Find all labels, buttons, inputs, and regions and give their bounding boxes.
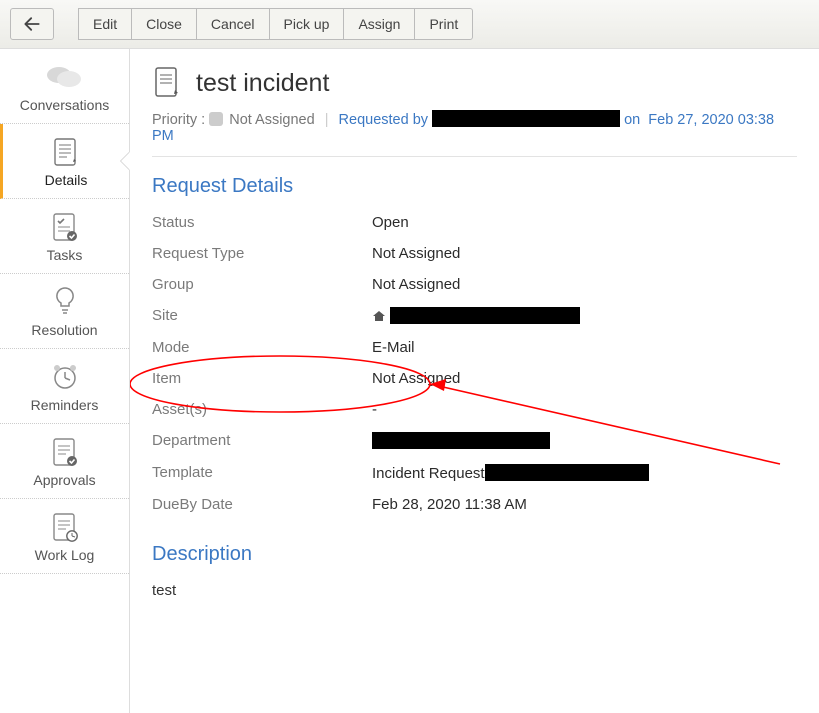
requested-by-label: Requested by bbox=[339, 112, 428, 128]
department-redacted bbox=[372, 432, 550, 449]
chat-bubbles-icon bbox=[4, 61, 125, 93]
cancel-button[interactable]: Cancel bbox=[196, 8, 269, 40]
site-value bbox=[372, 307, 797, 325]
checklist-icon bbox=[4, 211, 125, 243]
sidebar-item-worklog[interactable]: Work Log bbox=[0, 499, 129, 574]
sidebar-item-label: Approvals bbox=[33, 472, 95, 488]
mode-label: Mode bbox=[152, 339, 372, 356]
sidebar-item-tasks[interactable]: Tasks bbox=[0, 199, 129, 274]
priority-chip bbox=[209, 112, 223, 126]
assign-button[interactable]: Assign bbox=[343, 8, 414, 40]
template-label: Template bbox=[152, 464, 372, 482]
document-clock-icon bbox=[4, 511, 125, 543]
sidebar-item-label: Tasks bbox=[47, 247, 83, 263]
request-details-table: Status Open Request Type Not Assigned Gr… bbox=[152, 214, 797, 513]
item-value: Not Assigned bbox=[372, 370, 797, 387]
priority-value: Not Assigned bbox=[229, 112, 314, 128]
ticket-meta: Priority : Not Assigned | Requested by o… bbox=[152, 110, 797, 157]
status-value: Open bbox=[372, 214, 797, 231]
sidebar: Conversations Details Tasks Resolution R… bbox=[0, 49, 130, 713]
site-label: Site bbox=[152, 307, 372, 325]
print-button[interactable]: Print bbox=[414, 8, 473, 40]
sidebar-item-label: Resolution bbox=[31, 322, 97, 338]
group-value: Not Assigned bbox=[372, 276, 797, 293]
main-content: test incident Priority : Not Assigned | … bbox=[130, 49, 819, 713]
sidebar-item-label: Conversations bbox=[20, 97, 110, 113]
group-label: Group bbox=[152, 276, 372, 293]
document-edit-icon bbox=[7, 136, 125, 168]
sidebar-item-details[interactable]: Details bbox=[0, 124, 129, 199]
sidebar-item-approvals[interactable]: Approvals bbox=[0, 424, 129, 499]
arrow-left-icon bbox=[22, 14, 42, 34]
department-value bbox=[372, 432, 797, 450]
close-button[interactable]: Close bbox=[131, 8, 196, 40]
sidebar-item-reminders[interactable]: Reminders bbox=[0, 349, 129, 424]
description-body: test bbox=[152, 582, 797, 599]
document-check-icon bbox=[4, 436, 125, 468]
sidebar-item-resolution[interactable]: Resolution bbox=[0, 274, 129, 349]
template-redacted bbox=[485, 464, 649, 481]
lightbulb-icon bbox=[4, 286, 125, 318]
mode-value: E-Mail bbox=[372, 339, 797, 356]
sidebar-item-label: Work Log bbox=[35, 547, 95, 563]
meta-separator: | bbox=[325, 112, 329, 128]
dueby-label: DueBy Date bbox=[152, 496, 372, 513]
page-title: test incident bbox=[196, 69, 329, 98]
description-heading: Description bbox=[152, 543, 797, 566]
site-redacted bbox=[390, 307, 580, 324]
alarm-clock-icon bbox=[4, 361, 125, 393]
on-label: on bbox=[624, 112, 640, 128]
assets-label: Asset(s) bbox=[152, 401, 372, 418]
item-label: Item bbox=[152, 370, 372, 387]
sidebar-item-label: Details bbox=[45, 172, 88, 188]
request-type-value: Not Assigned bbox=[372, 245, 797, 262]
priority-label: Priority : bbox=[152, 112, 205, 128]
back-button[interactable] bbox=[10, 8, 54, 40]
requester-redacted bbox=[432, 110, 620, 127]
dueby-value: Feb 28, 2020 11:38 AM bbox=[372, 496, 797, 513]
department-label: Department bbox=[152, 432, 372, 450]
status-label: Status bbox=[152, 214, 372, 231]
request-type-label: Request Type bbox=[152, 245, 372, 262]
sidebar-item-conversations[interactable]: Conversations bbox=[0, 49, 129, 124]
title-row: test incident bbox=[152, 65, 797, 102]
ticket-icon bbox=[152, 65, 182, 102]
sidebar-item-label: Reminders bbox=[31, 397, 99, 413]
template-value: Incident Request bbox=[372, 464, 797, 482]
toolbar: Edit Close Cancel Pick up Assign Print bbox=[0, 0, 819, 49]
home-icon bbox=[372, 309, 386, 323]
edit-button[interactable]: Edit bbox=[78, 8, 131, 40]
assets-value: - bbox=[372, 401, 797, 418]
request-details-heading: Request Details bbox=[152, 175, 797, 198]
pickup-button[interactable]: Pick up bbox=[269, 8, 344, 40]
